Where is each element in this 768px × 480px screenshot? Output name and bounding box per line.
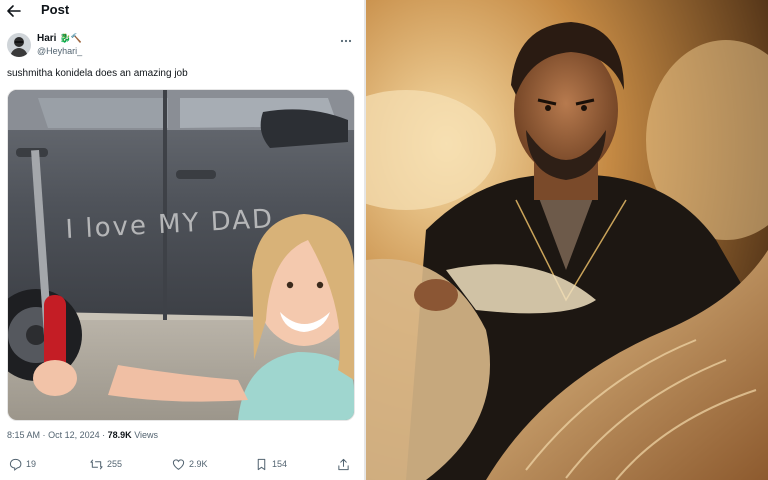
tweet-photo[interactable]: I love MY DAD (7, 89, 355, 421)
tweet-text: sushmitha konidela does an amazing job (7, 68, 188, 79)
author-name-text[interactable]: Hari (37, 33, 56, 44)
bookmark-button[interactable]: 154 (255, 454, 287, 474)
author-emoji: 🐉🔨 (59, 33, 82, 43)
tweet-meta: 8:15 AM · Oct 12, 2024 · 78.9K Views (7, 430, 158, 440)
share-icon (338, 458, 349, 470)
action-bar: 19 255 2.9K 154 (0, 454, 364, 474)
tweet-date[interactable]: Oct 12, 2024 (48, 430, 100, 440)
page-title: Post (41, 2, 70, 17)
author-name[interactable]: Hari 🐉🔨 (37, 33, 82, 44)
tweet-panel: Post Hari 🐉🔨 @Heyhari_ sushmitha konidela… (0, 0, 364, 480)
repost-button[interactable]: 255 (90, 454, 122, 474)
movie-still-image (366, 0, 768, 480)
top-bar: Post (0, 0, 364, 22)
meta-separator: · (42, 430, 46, 440)
like-count: 2.9K (189, 459, 208, 469)
views-count: 78.9K (107, 430, 132, 440)
reply-icon (9, 458, 22, 471)
repost-count: 255 (107, 459, 123, 469)
more-options-icon[interactable] (340, 35, 352, 47)
heart-icon (172, 458, 185, 470)
bookmark-icon (257, 458, 266, 470)
avatar[interactable] (7, 33, 31, 57)
bookmark-count: 154 (272, 459, 288, 469)
meta-separator: · (102, 430, 106, 440)
repost-icon (90, 459, 103, 469)
reply-button[interactable]: 19 (9, 454, 36, 474)
reply-count: 19 (26, 459, 37, 469)
back-arrow-icon[interactable] (6, 3, 22, 19)
tweet-time[interactable]: 8:15 AM (7, 430, 40, 440)
views-label: Views (134, 430, 159, 440)
like-button[interactable]: 2.9K (172, 454, 208, 474)
author-handle[interactable]: @Heyhari_ (37, 46, 82, 56)
share-button[interactable] (337, 454, 350, 474)
